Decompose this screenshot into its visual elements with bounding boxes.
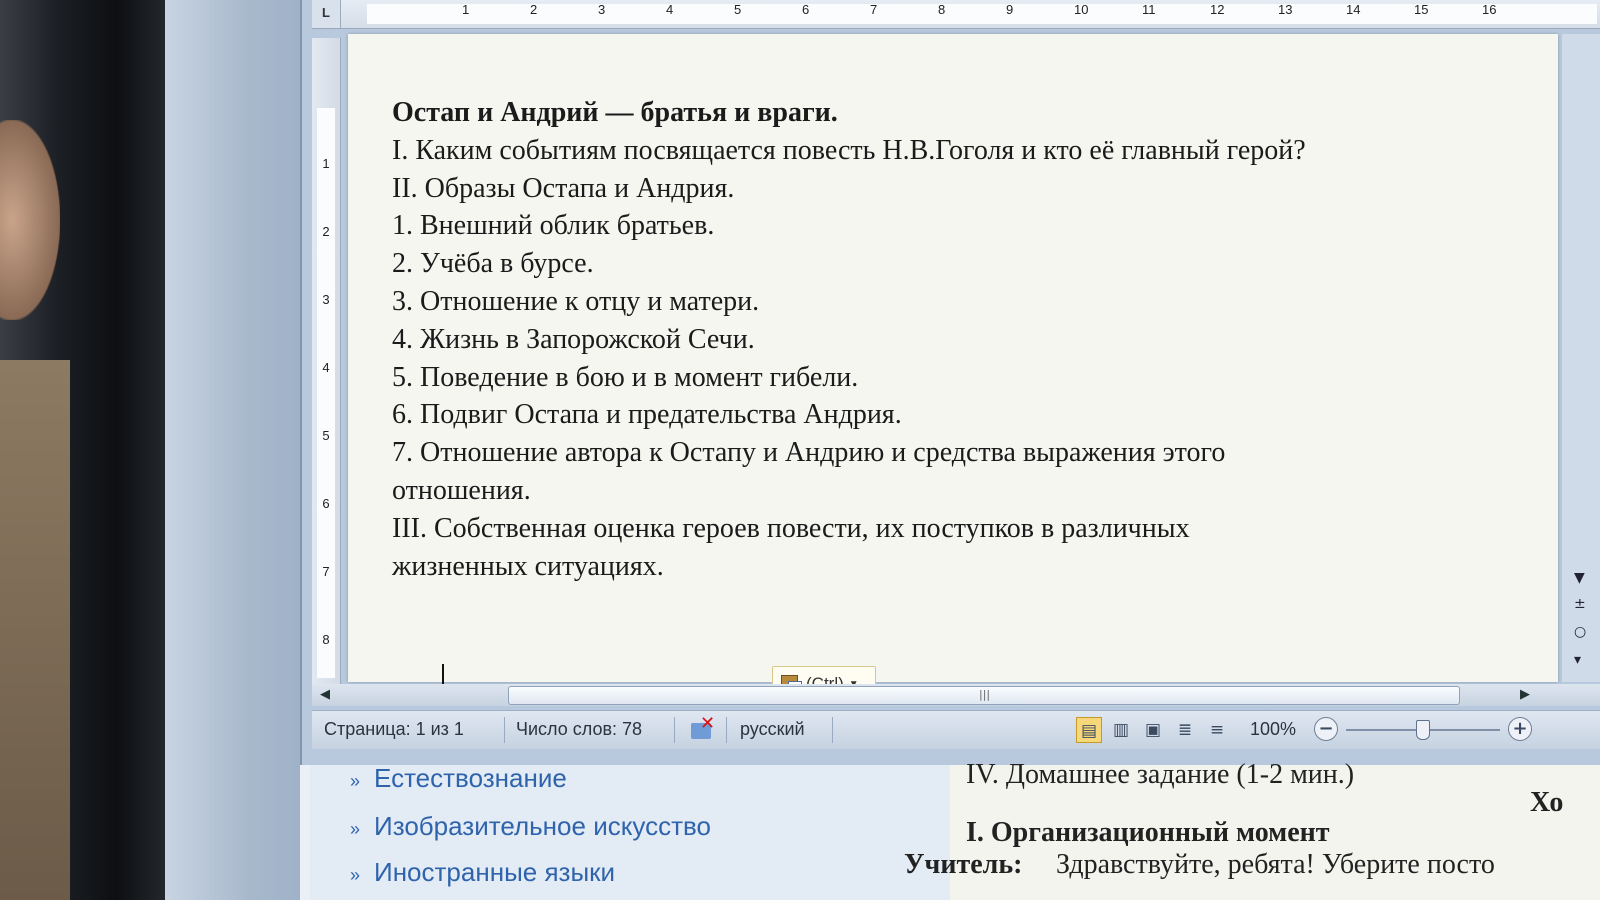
scroll-left-icon[interactable]: ◀ bbox=[320, 687, 330, 702]
status-bar: Страница: 1 из 1 Число слов: 78 ✕ русски… bbox=[312, 710, 1600, 749]
ruler-number: 16 bbox=[1482, 2, 1497, 17]
subject-link[interactable]: » Изобразительное искусство bbox=[350, 811, 711, 842]
doc-line: 7. Отношение автора к Остапу и Андрию и … bbox=[392, 437, 1226, 469]
vertical-ruler-number: 5 bbox=[322, 428, 330, 443]
doc-line: 6. Подвиг Остапа и предательства Андрия. bbox=[392, 399, 902, 431]
background-desk bbox=[0, 360, 70, 900]
zoom-slider-knob[interactable] bbox=[1416, 720, 1430, 740]
doc-line: 2. Учёба в бурсе. bbox=[392, 248, 594, 280]
vertical-ruler-number: 3 bbox=[322, 292, 330, 307]
ruler-number: 8 bbox=[938, 2, 946, 17]
vertical-ruler-number: 1 bbox=[322, 156, 330, 171]
chevron-right-icon: » bbox=[350, 819, 361, 839]
vertical-ruler-number: 8 bbox=[322, 632, 330, 647]
previous-page-icon[interactable]: ± bbox=[1574, 596, 1586, 612]
page-count[interactable]: Страница: 1 из 1 bbox=[324, 719, 464, 740]
word-count[interactable]: Число слов: 78 bbox=[516, 719, 642, 740]
horizontal-scrollbar[interactable]: ◀ ||| ▶ bbox=[312, 684, 1600, 706]
zoom-in-button[interactable]: + bbox=[1508, 717, 1532, 741]
doc-line: III. Собственная оценка героев повести, … bbox=[392, 512, 1190, 544]
ruler-number: 10 bbox=[1074, 2, 1089, 17]
next-page-icon[interactable]: ▾ bbox=[1574, 652, 1581, 668]
scroll-right-icon[interactable]: ▶ bbox=[1520, 687, 1530, 702]
window-side-strip bbox=[165, 0, 300, 900]
ruler-number: 12 bbox=[1210, 2, 1225, 17]
print-layout-icon[interactable]: ▤ bbox=[1076, 717, 1102, 743]
vertical-ruler-number: 7 bbox=[322, 564, 330, 579]
background-hand bbox=[0, 120, 60, 320]
draft-icon[interactable]: ≡ bbox=[1204, 717, 1230, 743]
doc-line: 5. Поведение в бою и в момент гибели. bbox=[392, 361, 859, 393]
zoom-level[interactable]: 100% bbox=[1250, 719, 1296, 740]
grip-icon: ||| bbox=[979, 688, 991, 701]
homework-heading: IV. Домашнее задание (1-2 мин.) bbox=[966, 759, 1355, 790]
subject-link[interactable]: » Иностранные языки bbox=[350, 857, 615, 888]
ruler-number: 7 bbox=[870, 2, 878, 17]
zoom-out-button[interactable]: − bbox=[1314, 717, 1338, 741]
ruler-number: 13 bbox=[1278, 2, 1293, 17]
vertical-ruler-number: 2 bbox=[322, 224, 330, 239]
horizontal-ruler[interactable]: L 1 2 3 4 5 6 7 8 9 10 11 12 13 14 15 16 bbox=[312, 0, 1600, 29]
doc-line: 1. Внешний облик братьев. bbox=[392, 210, 715, 242]
web-layout-icon[interactable]: ▣ bbox=[1140, 717, 1166, 743]
doc-line: 3. Отношение к отцу и матери. bbox=[392, 285, 760, 317]
organizational-heading: I. Организационный момент bbox=[966, 817, 1330, 848]
ruler-track: 1 2 3 4 5 6 7 8 9 10 11 12 13 14 15 16 bbox=[367, 2, 1597, 24]
proofing-errors-icon[interactable]: ✕ bbox=[690, 713, 716, 741]
document-body[interactable]: Остап и Андрий — братья и враги. I. Каки… bbox=[392, 94, 1542, 702]
lesson-plan-document[interactable]: IV. Домашнее задание (1-2 мин.) Хо I. Ор… bbox=[904, 759, 1600, 900]
doc-line: жизненных ситуациях. bbox=[392, 550, 664, 582]
ruler-number: 1 bbox=[462, 2, 470, 17]
vertical-scrollbar[interactable]: ▼ ± ○ ▾ bbox=[1562, 34, 1600, 682]
chevron-right-icon: » bbox=[350, 771, 361, 791]
ruler-number: 6 bbox=[802, 2, 810, 17]
background-window: » Естествознание » Изобразительное искусст… bbox=[300, 759, 1600, 900]
ruler-number: 3 bbox=[598, 2, 606, 17]
browse-object-icon[interactable]: ○ bbox=[1574, 624, 1586, 640]
ruler-number: 5 bbox=[734, 2, 742, 17]
ruler-number: 14 bbox=[1346, 2, 1361, 17]
ruler-number: 15 bbox=[1414, 2, 1429, 17]
teacher-label: Учитель: bbox=[904, 849, 1023, 880]
chevron-right-icon: » bbox=[350, 865, 361, 885]
subject-links-panel: » Естествознание » Изобразительное искусст… bbox=[310, 763, 950, 900]
subject-link[interactable]: » Естествознание bbox=[350, 763, 567, 794]
doc-line: 4. Жизнь в Запорожской Сечи. bbox=[392, 323, 755, 355]
text-fragment: Хо bbox=[1530, 787, 1564, 818]
tab-selector[interactable]: L bbox=[312, 0, 341, 28]
document-page[interactable]: Остап и Андрий — братья и враги. I. Каки… bbox=[348, 34, 1558, 702]
teacher-text: Здравствуйте, ребята! Уберите посто bbox=[1056, 849, 1495, 880]
full-screen-reading-icon[interactable]: ▥ bbox=[1108, 717, 1134, 743]
ruler-number: 4 bbox=[666, 2, 674, 17]
scroll-down-icon[interactable]: ▼ bbox=[1574, 570, 1585, 586]
ruler-number: 11 bbox=[1142, 2, 1156, 17]
doc-line: II. Образы Остапа и Андрия. bbox=[392, 172, 735, 204]
doc-line: I. Каким событиям посвящается повесть Н.… bbox=[392, 134, 1306, 166]
document-title: Остап и Андрий — братья и враги. bbox=[392, 97, 838, 128]
vertical-ruler-track: 1 2 3 4 5 6 7 8 bbox=[317, 108, 335, 678]
language-indicator[interactable]: русский bbox=[740, 719, 805, 740]
vertical-ruler-number: 6 bbox=[322, 496, 330, 511]
ruler-number: 9 bbox=[1006, 2, 1014, 17]
outline-icon[interactable]: ≣ bbox=[1172, 717, 1198, 743]
horizontal-scroll-thumb[interactable]: ||| bbox=[508, 686, 1460, 705]
vertical-ruler-number: 4 bbox=[322, 360, 330, 375]
word-window: L 1 2 3 4 5 6 7 8 9 10 11 12 13 14 15 16 12345678 Остап… bbox=[300, 0, 1600, 765]
doc-line: отношения. bbox=[392, 474, 531, 506]
ruler-number: 2 bbox=[530, 2, 538, 17]
vertical-ruler[interactable]: 1 2 3 4 5 6 7 8 bbox=[312, 38, 341, 686]
